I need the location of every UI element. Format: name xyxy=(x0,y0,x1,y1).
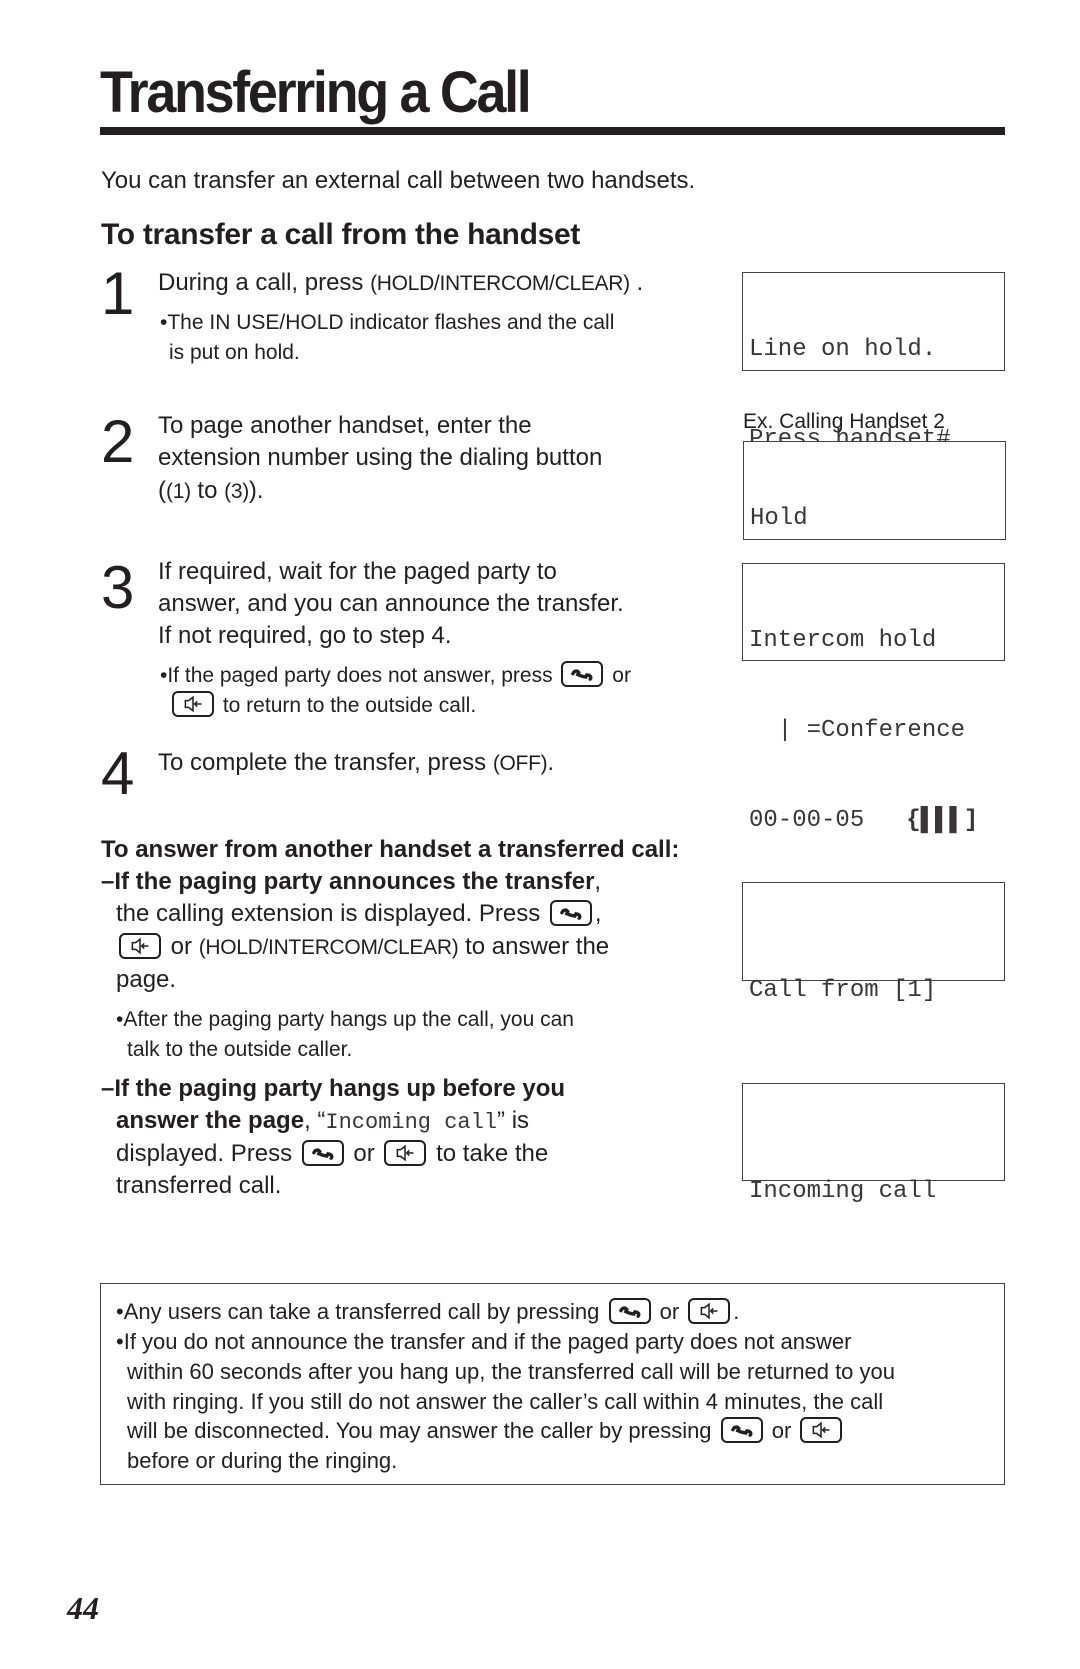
lcd-line: 00-00-05 {▌▌▌] xyxy=(749,806,998,836)
lcd-line: | =Conference xyxy=(749,717,966,744)
lcd-line-on-hold: Line on hold. Press handset# to transfer… xyxy=(742,272,1005,543)
case2-heading-line1: –If the paging party hangs up before you xyxy=(101,1075,566,1102)
step-1-text-before: During a call, press xyxy=(158,269,371,296)
call-timer: 00-00-05 xyxy=(749,807,865,834)
case2-text: ” is xyxy=(497,1107,530,1134)
off-key: (OFF) xyxy=(492,752,548,775)
speakerphone-icon xyxy=(172,691,214,718)
step-3-line3: If not required, go to step 4. xyxy=(158,622,452,649)
period: . xyxy=(733,1299,740,1324)
case1-note-line2: talk to the outside caller. xyxy=(127,1038,353,1061)
paren-open: ( xyxy=(158,477,166,504)
lcd-line: Hold xyxy=(750,505,808,532)
step-3-note-line1: •If the paged party does not answer, pre… xyxy=(160,661,631,691)
note-line-2: •If you do not announce the transfer and… xyxy=(116,1329,852,1354)
phone-talk-icon xyxy=(561,661,604,688)
lcd-incoming-call: Incoming call xyxy=(742,1083,1005,1205)
step-3-number: 3 xyxy=(101,554,135,621)
calling-example-label: Ex. Calling Handset 2 xyxy=(743,410,945,433)
paren-close: ). xyxy=(248,477,264,504)
case2-text: to take the xyxy=(429,1140,549,1167)
case2-bold: answer the page xyxy=(116,1107,305,1134)
case2-line4: transferred call. xyxy=(116,1172,282,1199)
step-2-line3: ((1) to (3)). xyxy=(158,475,264,508)
notes-box: •Any users can take a transferred call b… xyxy=(100,1283,1005,1485)
step-1-note-line1: •The IN USE/HOLD indicator flashes and t… xyxy=(160,311,615,334)
phone-talk-icon xyxy=(301,1139,344,1166)
punct: , “ xyxy=(304,1107,326,1134)
incoming-call-display-text: Incoming call xyxy=(325,1110,498,1135)
case1-line3: or (HOLD/INTERCOM/CLEAR) to answer the xyxy=(116,931,609,964)
lcd-line: Line on hold. xyxy=(749,336,937,363)
hold-intercom-clear-key: (HOLD/INTERCOM/CLEAR) xyxy=(370,272,630,295)
or-word: or xyxy=(653,1299,686,1324)
step-1-text-after: . xyxy=(629,269,644,296)
page-title: Transferring a Call xyxy=(100,60,532,125)
or-word: or xyxy=(164,933,199,960)
phone-talk-icon xyxy=(720,1417,763,1444)
case1-text: to answer the xyxy=(458,933,610,960)
lcd-intercom-hold: Intercom hold | =Conference 00-00-05 {▌▌▌… xyxy=(742,563,1005,834)
or-word: or xyxy=(346,1140,382,1167)
step-1-note-line2: is put on hold. xyxy=(169,341,300,364)
note-line-6: before or during the ringing. xyxy=(127,1448,398,1473)
phone-talk-icon xyxy=(549,899,592,926)
step-3-line1: If required, wait for the paged party to xyxy=(158,558,557,585)
lcd-line: Intercom hold xyxy=(749,627,937,654)
case1-heading: –If the paging party announces the trans… xyxy=(101,866,601,898)
step-4-text: To complete the transfer, press (OFF). xyxy=(158,747,554,780)
speakerphone-icon xyxy=(384,1139,427,1166)
hold-intercom-clear-key: (HOLD/INTERCOM/CLEAR) xyxy=(198,936,459,959)
intro-text: You can transfer an external call betwee… xyxy=(101,167,696,194)
battery-icon: {▌▌▌] xyxy=(906,807,979,834)
speakerphone-icon xyxy=(800,1417,843,1444)
case2-text: displayed. Press xyxy=(116,1140,299,1167)
or-word: or xyxy=(765,1418,798,1443)
phone-talk-icon xyxy=(608,1298,651,1325)
case1-text: the calling extension is displayed. Pres… xyxy=(116,900,547,927)
note-line-4: with ringing. If you still do not answer… xyxy=(127,1389,884,1414)
speakerphone-icon xyxy=(688,1298,731,1325)
step-1-number: 1 xyxy=(101,260,135,327)
step-1-text: During a call, press (HOLD/INTERCOM/CLEA… xyxy=(158,267,643,300)
lcd-line: Incoming call xyxy=(749,1178,937,1205)
lcd-calling: Hold Calling [2] xyxy=(743,441,1006,622)
step-4-number: 4 xyxy=(101,740,135,807)
dial-key-3: (3) xyxy=(224,480,249,503)
note-text: to return to the outside call. xyxy=(217,694,477,717)
note-line-1: •Any users can take a transferred call b… xyxy=(116,1297,739,1327)
note-text: •If the paged party does not answer, pre… xyxy=(160,664,559,687)
note-line-3: within 60 seconds after you hang up, the… xyxy=(127,1359,896,1384)
step-2-line1: To page another handset, enter the xyxy=(158,412,532,439)
case2-line2: answer the page, “Incoming call” is xyxy=(116,1105,529,1139)
comma: , xyxy=(594,900,602,927)
step-4-text-before: To complete the transfer, press xyxy=(158,749,493,776)
case1-bold: –If the paging party announces the trans… xyxy=(101,868,595,895)
case1-line4: page. xyxy=(116,966,177,993)
case2-line3: displayed. Press or to take the xyxy=(116,1138,548,1170)
note-text: will be disconnected. You may answer the… xyxy=(127,1418,718,1443)
step-4-text-after: . xyxy=(547,749,554,776)
page-number: 44 xyxy=(67,1590,99,1626)
note-line-5: will be disconnected. You may answer the… xyxy=(127,1416,845,1446)
note-text: •Any users can take a transferred call b… xyxy=(116,1299,606,1324)
step-3-line2: answer, and you can announce the transfe… xyxy=(158,590,624,617)
step-2-number: 2 xyxy=(101,408,135,475)
step-3-note-line2: to return to the outside call. xyxy=(169,691,476,721)
case1-line2: the calling extension is displayed. Pres… xyxy=(116,898,602,930)
to-word: to xyxy=(190,477,225,504)
answer-section-heading: To answer from another handset a transfe… xyxy=(101,836,680,863)
title-rule xyxy=(100,127,1005,135)
section-heading: To transfer a call from the handset xyxy=(101,218,581,251)
speakerphone-icon xyxy=(119,932,161,959)
comma: , xyxy=(594,868,602,895)
lcd-call-from: Call from [1] xyxy=(742,882,1005,1004)
step-2-line2: extension number using the dialing butto… xyxy=(158,444,603,471)
or-word: or xyxy=(606,664,631,687)
dial-key-1: (1) xyxy=(166,480,191,503)
lcd-line: Call from [1] xyxy=(749,977,937,1004)
case1-note-line1: •After the paging party hangs up the cal… xyxy=(116,1008,574,1031)
